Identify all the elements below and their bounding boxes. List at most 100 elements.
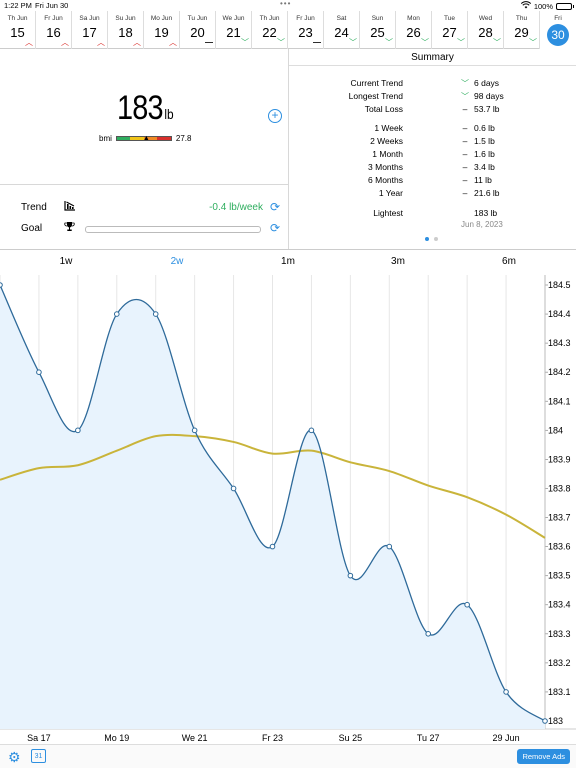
goal-refresh-icon[interactable]: ⟳	[270, 221, 280, 235]
dash-icon: –	[462, 123, 468, 133]
range-tab-2w[interactable]: 2w	[171, 256, 184, 267]
trend-down-icon: ﹀	[421, 38, 429, 47]
x-tick-label: Su 25	[339, 733, 363, 743]
add-entry-button[interactable]: +	[268, 109, 282, 123]
weight-point	[425, 631, 432, 637]
date-cell-weekday: Wed	[478, 15, 493, 22]
date-cell[interactable]: Mo Jun 19 ︿	[144, 11, 180, 49]
gear-icon[interactable]: ⚙	[8, 749, 21, 766]
trend-down-icon: ﹀	[493, 38, 501, 47]
date-cell-weekday: Th Jun	[259, 15, 280, 22]
divider	[0, 249, 576, 250]
dash-icon: –	[462, 149, 468, 159]
range-tab-1w[interactable]: 1w	[60, 256, 73, 267]
y-tick-label: 183.4	[548, 600, 571, 610]
dash-icon: –	[462, 175, 468, 185]
summary-row-label: Current Trend	[350, 78, 403, 88]
weight-point	[191, 427, 198, 434]
summary-row-value: 1.6 lb	[474, 149, 495, 159]
summary-row: Longest Trend ﹀ 98 days	[289, 91, 576, 103]
date-cell[interactable]: Fri 30	[540, 11, 576, 49]
weight-point	[230, 485, 237, 492]
x-tick-label: We 21	[182, 733, 208, 743]
y-tick-label: 183.7	[548, 513, 571, 523]
date-cell[interactable]: Sat 24 ﹀	[324, 11, 360, 49]
trend-flat-icon: —	[313, 38, 321, 47]
y-tick-label: 183.5	[548, 571, 571, 581]
date-cell[interactable]: Fr Jun 23—	[288, 11, 324, 49]
page-dot[interactable]	[425, 237, 429, 241]
trend-down-icon: ﹀	[529, 38, 537, 47]
weight-point	[269, 543, 276, 550]
summary-row-value: 53.7 lb	[474, 104, 500, 114]
date-cell-weekday: Sat	[336, 15, 347, 22]
date-cell[interactable]: Fr Jun 16 ︿	[36, 11, 72, 49]
y-tick-label: 184	[548, 425, 563, 435]
date-cell[interactable]: Su Jun 18 ︿	[108, 11, 144, 49]
trend-up-icon: ︿	[133, 38, 141, 47]
weight-point	[386, 543, 393, 550]
summary-row-label: Lightest	[373, 208, 403, 218]
summary-row-label: Total Loss	[364, 104, 403, 114]
summary-row-value: 11 lb	[474, 175, 492, 185]
weight-panel: 183 lb + bmi ▲ 27.8 Trend -0.4 lb/week ⟳ …	[0, 49, 288, 249]
date-cell[interactable]: Mon 26 ﹀	[396, 11, 432, 49]
page-dot[interactable]	[434, 237, 438, 241]
summary-panel[interactable]: Summary Jun 8, 2023 Current Trend ﹀ 6 days…	[289, 49, 576, 249]
battery-percent: 100%	[533, 1, 553, 11]
weight-point	[503, 689, 509, 695]
weight-value: 183	[117, 89, 164, 127]
current-weight: 183 lb	[117, 89, 174, 128]
x-tick-label: Tu 27	[417, 733, 440, 743]
summary-pager[interactable]	[425, 237, 438, 241]
date-cell[interactable]: We Jun 21 ﹀	[216, 11, 252, 49]
y-tick-label: 184.2	[548, 367, 571, 377]
summary-row-value: 0.6 lb	[474, 123, 495, 133]
goal-progress-bar	[85, 226, 261, 233]
summary-row-label: 1 Year	[378, 188, 403, 198]
status-right: 100%	[520, 1, 574, 11]
weight-unit: lb	[164, 106, 174, 122]
multitasking-dots-icon[interactable]: •••	[280, 0, 291, 8]
lightest-date: Jun 8, 2023	[461, 220, 503, 229]
date-cell[interactable]: Th Jun 22 ﹀	[252, 11, 288, 49]
y-tick-label: 184.1	[548, 396, 571, 406]
y-tick-label: 183.3	[548, 629, 571, 639]
trend-down-icon: ﹀	[241, 38, 249, 47]
status-bar: 1:22 PM Fri Jun 30 ••• 100%	[0, 0, 576, 11]
trend-refresh-icon[interactable]: ⟳	[270, 200, 280, 214]
divider	[0, 184, 288, 185]
range-tab-3m[interactable]: 3m	[391, 256, 405, 267]
trend-down-icon: ﹀	[277, 38, 285, 47]
summary-row-value: 3.4 lb	[474, 162, 495, 172]
weight-chart[interactable]: 184.5 184.4 184.3 184.2 184.1 184 183.9 183.8 18…	[0, 275, 576, 744]
summary-row: 1 Week –0.6 lb	[289, 123, 576, 135]
date-cell[interactable]: Th Jun 15 ︿	[0, 11, 36, 49]
date-cell[interactable]: Sa Jun 17 ︿	[72, 11, 108, 49]
date-cell[interactable]: Wed 28 ﹀	[468, 11, 504, 49]
date-cell[interactable]: Tue 27 ﹀	[432, 11, 468, 49]
wifi-icon	[520, 1, 531, 11]
weight-point	[308, 427, 315, 434]
summary-title: Summary	[289, 49, 576, 66]
weight-chart-svg[interactable]: 184.5 184.4 184.3 184.2 184.1 184 183.9 183.8 18…	[0, 275, 576, 744]
trend-down-icon: ﹀	[385, 38, 393, 47]
x-tick-label: Sa 17	[27, 733, 51, 743]
range-tab-1m[interactable]: 1m	[281, 256, 295, 267]
y-tick-label: 183.8	[548, 483, 571, 493]
date-cell[interactable]: Sun 25 ﹀	[360, 11, 396, 49]
date-cell-weekday: Su Jun	[115, 15, 136, 22]
weight-point	[75, 427, 81, 434]
calendar-icon[interactable]: 31	[31, 749, 46, 763]
trend-down-icon: ﹀	[349, 38, 357, 47]
range-tab-6m[interactable]: 6m	[502, 256, 516, 267]
status-date: Fri Jun 30	[35, 1, 69, 10]
summary-row: Total Loss –53.7 lb	[289, 104, 576, 116]
y-tick-label: 183.9	[548, 454, 571, 464]
date-cell-day: 30	[547, 24, 569, 46]
weight-point	[464, 601, 470, 608]
date-cell[interactable]: Thu 29 ﹀	[504, 11, 540, 49]
date-cell-weekday: Mon	[407, 15, 420, 22]
date-cell[interactable]: Tu Jun 20—	[180, 11, 216, 49]
remove-ads-button[interactable]: Remove Ads	[517, 749, 570, 764]
